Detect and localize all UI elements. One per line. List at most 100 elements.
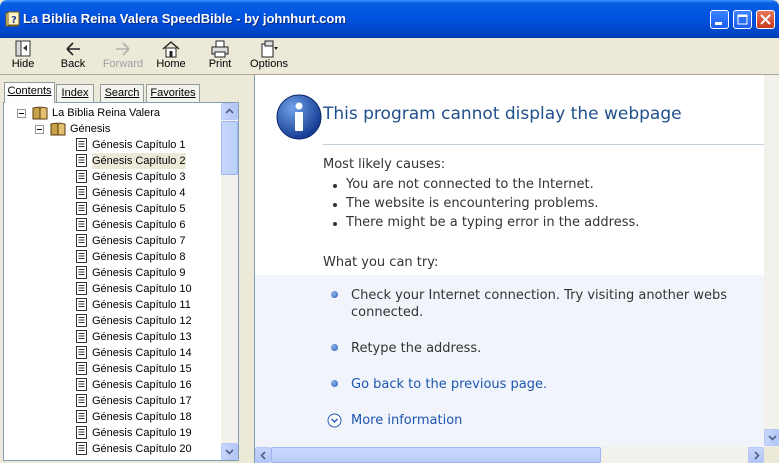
tree-node-root[interactable]: La Biblia Reina Valera <box>4 105 214 121</box>
hide-button[interactable]: Hide <box>4 38 42 74</box>
tree-node-chapter[interactable]: Génesis Capítulo 13 <box>4 329 214 345</box>
tree-node-label: Génesis Capítulo 4 <box>92 187 186 199</box>
tree-node-chapter[interactable]: Génesis Capítulo 4 <box>4 185 214 201</box>
tree-node-label: Génesis Capítulo 7 <box>92 235 186 247</box>
printer-icon <box>211 40 229 58</box>
tab-index[interactable]: Index <box>56 84 94 102</box>
page-icon <box>76 330 87 343</box>
options-icon <box>261 40 278 58</box>
info-icon <box>276 94 322 140</box>
tree-vertical-scrollbar[interactable] <box>221 103 238 460</box>
collapse-icon[interactable] <box>35 125 44 134</box>
scroll-down-button[interactable] <box>764 429 779 446</box>
tree-node-label: Génesis Capítulo 13 <box>92 331 192 343</box>
tree-node-label: Génesis <box>70 123 111 135</box>
scroll-left-button[interactable] <box>255 447 271 463</box>
tree-node-chapter[interactable]: Génesis Capítulo 15 <box>4 361 214 377</box>
tree-node-label: Génesis Capítulo 16 <box>92 379 192 391</box>
print-button[interactable]: Print <box>202 38 238 74</box>
tab-contents-label: Contents <box>7 85 52 97</box>
go-back-link[interactable]: Go back to the previous page. <box>351 376 547 393</box>
page-icon <box>76 298 87 311</box>
collapse-icon[interactable] <box>17 109 26 118</box>
more-information-link[interactable]: More information <box>351 412 462 429</box>
chevron-down-icon <box>225 449 234 455</box>
scroll-thumb[interactable] <box>221 121 238 175</box>
tree-node-chapter[interactable]: Génesis Capítulo 18 <box>4 409 214 425</box>
close-icon <box>760 14 771 25</box>
content-pane: This program cannot display the webpage … <box>254 75 779 463</box>
tree-node-book[interactable]: Génesis <box>4 121 214 137</box>
bullet-icon <box>331 344 338 351</box>
page-icon <box>76 426 87 439</box>
pane-splitter[interactable] <box>246 75 254 463</box>
tree-node-chapter[interactable]: Génesis Capítulo 1 <box>4 137 214 153</box>
page-icon <box>76 202 87 215</box>
tree-node-label: Génesis Capítulo 12 <box>92 315 192 327</box>
page-icon <box>76 138 87 151</box>
tree-node-chapter[interactable]: Génesis Capítulo 5 <box>4 201 214 217</box>
tab-search[interactable]: Search <box>100 84 144 102</box>
tree-node-chapter[interactable]: Génesis Capítulo 8 <box>4 249 214 265</box>
tree-node-label: Génesis Capítulo 1 <box>92 139 186 151</box>
window-title: La Biblia Reina Valera SpeedBible - by j… <box>23 11 346 26</box>
tree-node-label: Génesis Capítulo 6 <box>92 219 186 231</box>
scroll-thumb[interactable] <box>271 447 601 463</box>
bullet-icon <box>331 291 338 298</box>
tree-node-chapter[interactable]: Génesis Capítulo 9 <box>4 265 214 281</box>
tree-node-chapter[interactable]: Génesis Capítulo 7 <box>4 233 214 249</box>
tab-search-label: Search <box>104 87 140 99</box>
home-label: Home <box>156 58 186 70</box>
cause-item: You are not connected to the Internet. <box>333 177 594 192</box>
back-label: Back <box>60 58 86 70</box>
bullet-icon <box>331 380 338 387</box>
home-button[interactable]: Home <box>152 38 190 74</box>
close-button[interactable] <box>756 10 775 29</box>
tab-index-label: Index <box>61 87 89 99</box>
tree-node-chapter[interactable]: Génesis Capítulo 19 <box>4 425 214 441</box>
options-label: Options <box>250 58 288 70</box>
tree-node-chapter[interactable]: Génesis Capítulo 11 <box>4 297 214 313</box>
page-icon <box>76 170 87 183</box>
tab-favorites[interactable]: Favorites <box>146 84 200 102</box>
page-icon <box>76 346 87 359</box>
tree-node-chapter[interactable]: Génesis Capítulo 2 <box>4 153 214 169</box>
content-horizontal-scrollbar[interactable] <box>255 447 764 463</box>
maximize-icon <box>737 14 748 25</box>
scroll-up-button[interactable] <box>221 103 238 120</box>
tree-node-chapter[interactable]: Génesis Capítulo 17 <box>4 393 214 409</box>
tree-node-chapter[interactable]: Génesis Capítulo 6 <box>4 217 214 233</box>
tree-node-label: Génesis Capítulo 11 <box>92 299 191 311</box>
expand-circle-icon[interactable] <box>327 413 342 428</box>
forward-button[interactable]: Forward <box>100 38 146 74</box>
tree-node-label: Génesis Capítulo 8 <box>92 251 186 263</box>
scroll-right-button[interactable] <box>748 447 764 463</box>
minimize-icon <box>715 22 722 25</box>
hide-label: Hide <box>11 58 35 70</box>
chevron-left-icon <box>260 451 266 460</box>
minimize-button[interactable] <box>710 10 729 29</box>
contents-tree[interactable]: La Biblia Reina Valera Génesis Génesis C… <box>4 103 219 460</box>
tree-node-chapter[interactable]: Génesis Capítulo 3 <box>4 169 214 185</box>
tree-node-chapter[interactable]: Génesis Capítulo 14 <box>4 345 214 361</box>
navigation-pane: Contents Index Search Favorites La Bibli… <box>0 75 246 463</box>
options-button[interactable]: Options <box>248 38 290 74</box>
resize-grip <box>764 447 779 463</box>
tree-node-label: Génesis Capítulo 2 <box>92 153 186 169</box>
page-icon <box>76 154 87 167</box>
tab-contents[interactable]: Contents <box>4 82 55 103</box>
home-icon <box>162 41 180 58</box>
page-icon <box>76 282 87 295</box>
scroll-down-button[interactable] <box>221 443 238 460</box>
tree-node-chapter[interactable]: Génesis Capítulo 20 <box>4 441 214 457</box>
cause-item: There might be a typing error in the add… <box>332 215 640 230</box>
tree-node-chapter[interactable]: Génesis Capítulo 16 <box>4 377 214 393</box>
page-icon <box>76 394 87 407</box>
tree-node-label: Génesis Capítulo 3 <box>92 171 186 183</box>
tree-node-chapter[interactable]: Génesis Capítulo 10 <box>4 281 214 297</box>
content-vertical-scrollbar[interactable] <box>764 75 779 447</box>
maximize-button[interactable] <box>733 10 752 29</box>
tree-node-label: Génesis Capítulo 17 <box>92 395 192 407</box>
back-button[interactable]: Back <box>54 38 92 74</box>
tree-node-chapter[interactable]: Génesis Capítulo 12 <box>4 313 214 329</box>
